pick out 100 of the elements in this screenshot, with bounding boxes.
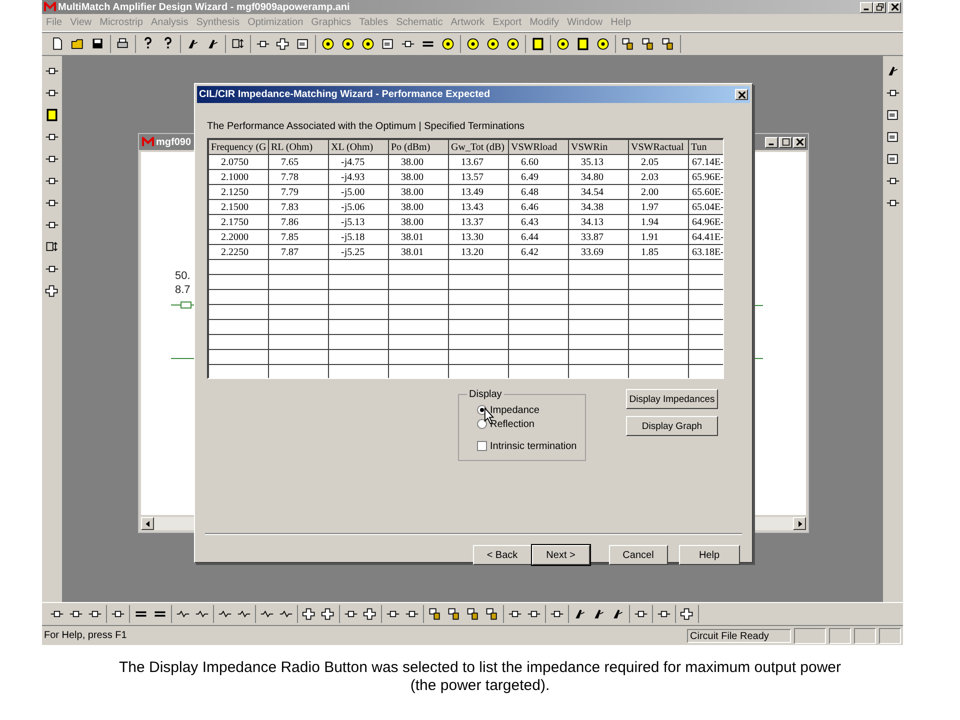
column-header[interactable]: Frequency (G — [208, 140, 268, 154]
checkbox[interactable] — [477, 441, 487, 451]
table-cell: 13.37 — [448, 214, 508, 230]
column-header[interactable]: VSWRactual — [628, 140, 688, 154]
panel-icon[interactable] — [296, 37, 310, 51]
column-header[interactable]: Po (dBm) — [388, 140, 448, 154]
table-cell: 1.85 — [628, 244, 688, 260]
scroll-left-button[interactable] — [141, 517, 154, 530]
column-header[interactable]: Tun — [688, 140, 723, 154]
printer-icon[interactable] — [116, 37, 130, 51]
cross-icon[interactable] — [302, 607, 316, 621]
table-cell: 38.00 — [388, 170, 448, 184]
disc-icon[interactable] — [441, 37, 455, 51]
pen-icon[interactable] — [886, 64, 900, 78]
radio-button[interactable] — [477, 419, 487, 429]
table-cell: 6.48 — [508, 184, 568, 200]
cross-icon[interactable] — [363, 607, 377, 621]
table-cell: 1.97 — [628, 200, 688, 214]
maximize-button[interactable] — [779, 136, 792, 148]
wizard-button[interactable]: Cancel — [609, 545, 668, 565]
panel-icon[interactable] — [886, 130, 900, 144]
column-header[interactable]: VSWRin — [568, 140, 628, 154]
table-cell: 13.43 — [448, 200, 508, 214]
table-cell: 13.20 — [448, 244, 508, 260]
disc-icon[interactable] — [486, 37, 500, 51]
table-cell: 38.00 — [388, 214, 448, 230]
computer-icon[interactable] — [428, 607, 442, 621]
table-cell: -j5.25 — [328, 244, 388, 260]
computer-icon[interactable] — [641, 37, 655, 51]
table-cell: 2.03 — [628, 170, 688, 184]
wizard-button[interactable]: < Back — [473, 545, 532, 565]
table-cell: 38.00 — [388, 200, 448, 214]
pen-icon[interactable] — [573, 607, 587, 621]
table-cell: 2.1250 — [208, 184, 268, 200]
table-cell: 7.78 — [268, 170, 328, 184]
column-header[interactable]: Gw_Tot (dB) — [448, 140, 508, 154]
column-header[interactable]: VSWRload — [508, 140, 568, 154]
pen-icon[interactable] — [592, 607, 606, 621]
disc-icon[interactable] — [321, 37, 335, 51]
computer-icon[interactable] — [621, 37, 635, 51]
square-icon[interactable] — [531, 37, 545, 51]
folder-icon[interactable] — [71, 37, 85, 51]
table-cell: -j4.75 — [328, 154, 388, 170]
column-header[interactable]: XL (Ohm) — [328, 140, 388, 154]
close-button[interactable] — [793, 136, 806, 148]
option-label: Impedance — [490, 404, 540, 416]
table-cell: 2.1500 — [208, 200, 268, 214]
restore-button[interactable] — [873, 2, 886, 12]
cross-icon[interactable] — [45, 284, 59, 298]
computer-icon[interactable] — [447, 607, 461, 621]
pen-icon[interactable] — [611, 607, 625, 621]
table-cell: 38.00 — [388, 184, 448, 200]
table-cell: 7.65 — [268, 154, 328, 170]
disc-icon[interactable] — [596, 37, 610, 51]
computer-icon[interactable] — [485, 607, 499, 621]
panel-icon[interactable] — [886, 152, 900, 166]
pen-icon[interactable] — [186, 37, 200, 51]
pen-icon[interactable] — [206, 37, 220, 51]
table-cell: 6.60 — [508, 154, 568, 170]
close-button[interactable] — [888, 2, 901, 12]
table-cell: 2.2000 — [208, 230, 268, 244]
minimize-button[interactable] — [765, 136, 778, 148]
new-page-icon[interactable] — [51, 37, 65, 51]
slide-caption: The Display Impedance Radio Button was selected to list the impedance required for maximum output power (the power targeted). — [118, 659, 842, 695]
panel-icon[interactable] — [886, 108, 900, 122]
dialog-button[interactable]: Display Impedances — [626, 389, 718, 409]
disc-icon[interactable] — [556, 37, 570, 51]
square-icon[interactable] — [45, 108, 59, 122]
computer-icon[interactable] — [466, 607, 480, 621]
dialog-button[interactable]: Display Graph — [626, 416, 718, 436]
frame-icon[interactable] — [231, 37, 245, 51]
disc-icon[interactable] — [341, 37, 355, 51]
table-cell: 6.44 — [508, 230, 568, 244]
close-button[interactable] — [735, 89, 748, 100]
disc-icon[interactable] — [361, 37, 375, 51]
square-icon[interactable] — [576, 37, 590, 51]
column-header[interactable]: RL (Ohm) — [268, 140, 328, 154]
option-label: Reflection — [490, 418, 534, 430]
table-cell: 13.49 — [448, 184, 508, 200]
wizard-button[interactable]: Next > — [532, 545, 590, 565]
table-cell: 6.43 — [508, 214, 568, 230]
cross-icon[interactable] — [321, 607, 335, 621]
dialog-title: CIL/CIR Impedance-Matching Wizard - Performance Expected — [199, 89, 490, 100]
frame-icon[interactable] — [45, 240, 59, 254]
table-cell: 1.94 — [628, 214, 688, 230]
wire-line — [755, 358, 763, 359]
disc-icon[interactable] — [506, 37, 520, 51]
maximize-icon — [782, 138, 790, 146]
option-label: Intrinsic termination — [490, 440, 577, 452]
table-cell: 38.00 — [388, 154, 448, 170]
table-cell: 13.67 — [448, 154, 508, 170]
panel-icon[interactable] — [381, 37, 395, 51]
minimize-button[interactable] — [860, 2, 873, 12]
disc-icon[interactable] — [466, 37, 480, 51]
computer-icon[interactable] — [661, 37, 675, 51]
cross-icon[interactable] — [276, 37, 290, 51]
wizard-button[interactable]: Help — [678, 545, 740, 565]
cross-icon[interactable] — [680, 607, 694, 621]
value-label: 8.7 — [175, 283, 190, 297]
scroll-right-button[interactable] — [793, 517, 806, 530]
